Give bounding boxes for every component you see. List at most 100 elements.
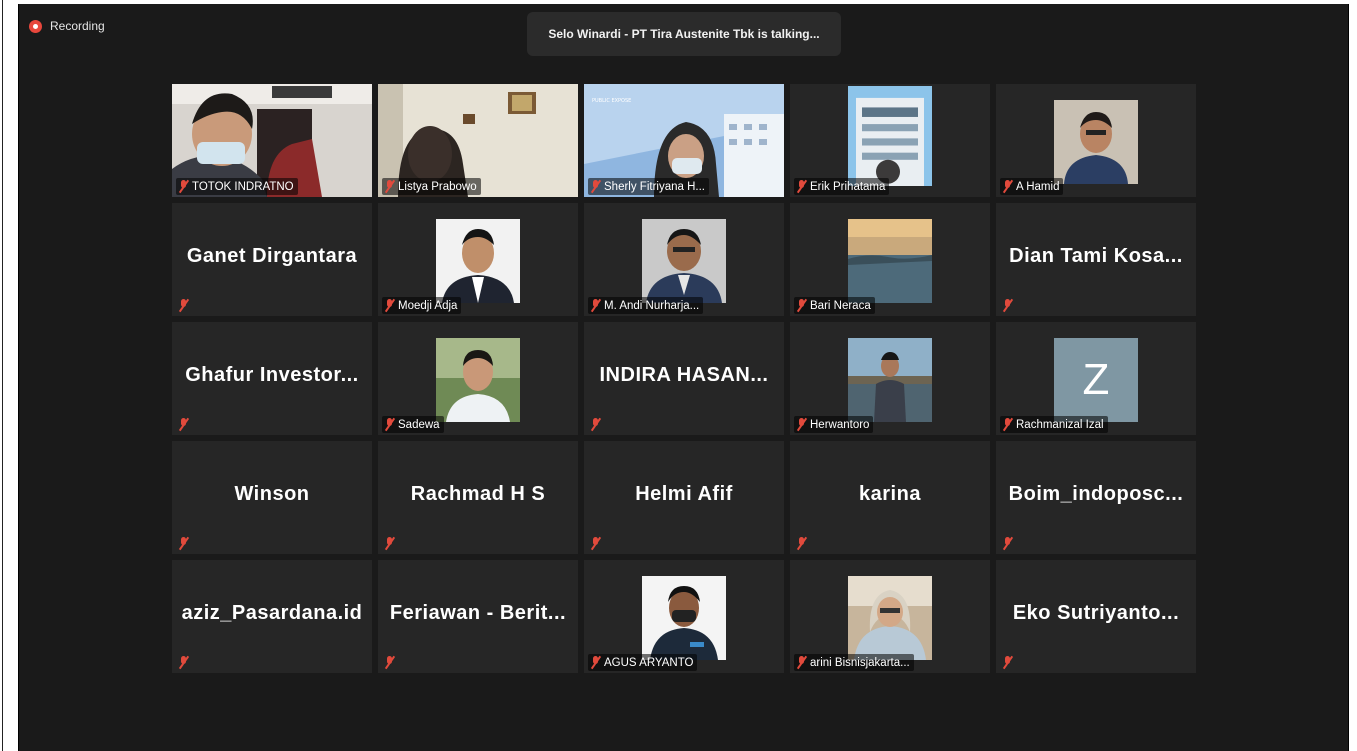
- mic-muted-icon: [384, 299, 395, 312]
- participant-tile[interactable]: A Hamid: [996, 84, 1196, 197]
- participant-nametag: A Hamid: [1000, 178, 1064, 195]
- participant-tile[interactable]: PUBLIC EXPOSE Sherly Fitriyana H...: [584, 84, 784, 197]
- participant-tile[interactable]: arini Bisnisjakarta...: [790, 560, 990, 673]
- participant-tile[interactable]: Eko Sutriyanto...: [996, 560, 1196, 673]
- mic-muted-icon: [796, 537, 807, 550]
- mic-muted-icon: [1002, 656, 1013, 669]
- participant-avatar: [642, 219, 726, 303]
- mic-muted-icon: [590, 418, 601, 431]
- mic-muted-icon: [590, 656, 601, 669]
- participant-nametag: arini Bisnisjakarta...: [794, 654, 914, 671]
- participant-name: Sherly Fitriyana H...: [604, 180, 705, 193]
- participant-nametag: Rachmanizal Izal: [1000, 416, 1108, 433]
- participant-nametag: [382, 654, 399, 671]
- mic-muted-icon: [178, 656, 189, 669]
- mic-muted-icon: [384, 418, 395, 431]
- participant-tile[interactable]: Sadewa: [378, 322, 578, 435]
- participant-display-name: Eko Sutriyanto...: [1012, 602, 1180, 624]
- participant-nametag: Sadewa: [382, 416, 444, 433]
- participant-avatar: [642, 576, 726, 660]
- participant-name: M. Andi Nurharja...: [604, 299, 700, 312]
- participant-name: Rachmanizal Izal: [1016, 418, 1104, 431]
- participant-nametag: TOTOK INDRATNO: [176, 178, 298, 195]
- mic-muted-icon: [1002, 537, 1013, 550]
- mic-muted-icon: [796, 180, 807, 193]
- participant-name: A Hamid: [1016, 180, 1060, 193]
- participant-tile[interactable]: Erik Prihatama: [790, 84, 990, 197]
- participant-display-name: Ganet Dirgantara: [186, 245, 358, 267]
- mic-muted-icon: [590, 299, 601, 312]
- mic-muted-icon: [178, 537, 189, 550]
- participant-tile[interactable]: Ghafur Investor...: [172, 322, 372, 435]
- participant-display-name: Ghafur Investor...: [185, 364, 359, 386]
- participant-nametag: Bari Neraca: [794, 297, 875, 314]
- participant-name: Sadewa: [398, 418, 440, 431]
- participant-nametag: [794, 535, 811, 552]
- mic-muted-icon: [1002, 299, 1013, 312]
- slide-text: PUBLIC EXPOSE: [592, 98, 631, 104]
- participant-tile[interactable]: M. Andi Nurharja...: [584, 203, 784, 316]
- mic-muted-icon: [178, 299, 189, 312]
- participant-tile[interactable]: Bari Neraca: [790, 203, 990, 316]
- participant-avatar: [848, 86, 932, 186]
- participant-name: Herwantoro: [810, 418, 870, 431]
- mic-muted-icon: [384, 180, 395, 193]
- mic-muted-icon: [1002, 418, 1013, 431]
- mic-muted-icon: [590, 180, 601, 193]
- participant-tile[interactable]: aziz_Pasardana.id: [172, 560, 372, 673]
- participant-display-name: Feriawan - Berit...: [389, 602, 567, 624]
- participant-display-name: INDIRA HASAN...: [599, 364, 769, 386]
- participant-name: Moedji Adja: [398, 299, 458, 312]
- participant-avatar: [436, 219, 520, 303]
- recording-indicator[interactable]: Recording: [29, 16, 105, 36]
- participant-tile[interactable]: Rachmad H S: [378, 441, 578, 554]
- mic-muted-icon: [590, 537, 601, 550]
- participant-display-name: karina: [859, 483, 921, 505]
- mic-muted-icon: [384, 537, 395, 550]
- participant-display-name: aziz_Pasardana.id: [181, 602, 363, 624]
- participant-nametag: [588, 416, 605, 433]
- participant-tile[interactable]: Herwantoro: [790, 322, 990, 435]
- participant-nametag: Herwantoro: [794, 416, 874, 433]
- participant-display-name: Dian Tami Kosa...: [1009, 245, 1183, 267]
- mic-muted-icon: [796, 656, 807, 669]
- participant-display-name: Helmi Afif: [635, 483, 733, 505]
- participant-nametag: [1000, 297, 1017, 314]
- participant-tile[interactable]: Dian Tami Kosa...: [996, 203, 1196, 316]
- participant-tile[interactable]: TOTOK INDRATNO: [172, 84, 372, 197]
- mic-muted-icon: [178, 180, 189, 193]
- participant-tile[interactable]: Winson: [172, 441, 372, 554]
- participant-nametag: [588, 535, 605, 552]
- participant-avatar: [848, 338, 932, 422]
- participant-nametag: [1000, 535, 1017, 552]
- participant-tile[interactable]: INDIRA HASAN...: [584, 322, 784, 435]
- participant-nametag: [1000, 654, 1017, 671]
- participant-tile[interactable]: AGUS ARYANTO: [584, 560, 784, 673]
- participant-tile[interactable]: Moedji Adja: [378, 203, 578, 316]
- mic-muted-icon: [178, 418, 189, 431]
- participant-tile[interactable]: Boim_indoposc...: [996, 441, 1196, 554]
- participant-name: Erik Prihatama: [810, 180, 886, 193]
- participant-name: arini Bisnisjakarta...: [810, 656, 910, 669]
- participant-name: Bari Neraca: [810, 299, 871, 312]
- participant-nametag: Sherly Fitriyana H...: [588, 178, 709, 195]
- mic-muted-icon: [384, 656, 395, 669]
- participant-tile[interactable]: Helmi Afif: [584, 441, 784, 554]
- participant-nametag: AGUS ARYANTO: [588, 654, 698, 671]
- participant-avatar: [1054, 100, 1138, 184]
- participant-display-name: Rachmad H S: [410, 483, 546, 505]
- mic-muted-icon: [796, 299, 807, 312]
- participant-tile[interactable]: Listya Prabowo: [378, 84, 578, 197]
- participant-nametag: Moedji Adja: [382, 297, 462, 314]
- participant-tile[interactable]: Ganet Dirgantara: [172, 203, 372, 316]
- participant-tile[interactable]: Feriawan - Berit...: [378, 560, 578, 673]
- participant-avatar: [436, 338, 520, 422]
- participant-nametag: Erik Prihatama: [794, 178, 890, 195]
- participant-tile[interactable]: karina: [790, 441, 990, 554]
- participant-gallery: TOTOK INDRATNO Listya Prabowo PUBLIC EXP…: [172, 84, 1196, 673]
- participant-tile[interactable]: Z Rachmanizal Izal: [996, 322, 1196, 435]
- participant-nametag: M. Andi Nurharja...: [588, 297, 704, 314]
- participant-nametag: [176, 297, 193, 314]
- recording-icon: [29, 19, 42, 33]
- participant-name: TOTOK INDRATNO: [192, 180, 294, 193]
